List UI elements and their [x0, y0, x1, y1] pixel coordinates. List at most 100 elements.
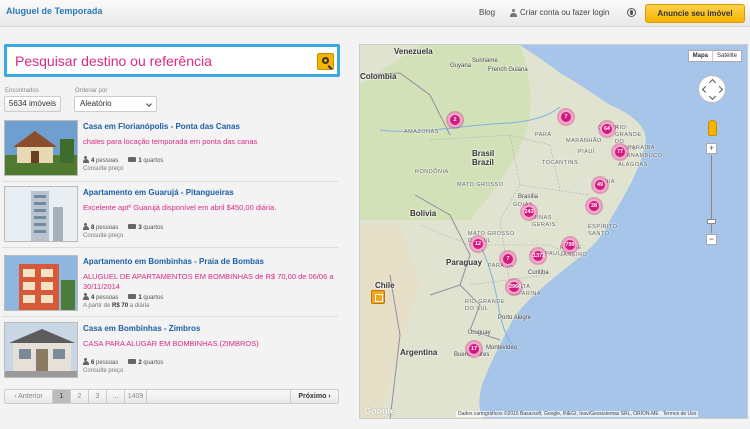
- map-cluster[interactable]: 2: [448, 113, 462, 127]
- people-icon: [83, 156, 89, 163]
- rooms-count: 2 quartos: [128, 358, 163, 366]
- map-label-paraiba: PARAÍBA: [628, 145, 655, 151]
- pan-down-icon[interactable]: [708, 92, 717, 101]
- listing-item[interactable]: Apartamento em Bombinhas - Praia de Bomb…: [2, 254, 338, 317]
- pagination: ‹ Anterior 1 2 3 ... 1409 Próximo ›: [4, 389, 339, 404]
- map-cluster[interactable]: 2960: [507, 280, 521, 294]
- map-label-espirito-santo: ESPÍRITO SANTO: [588, 224, 618, 237]
- map-cluster[interactable]: 799: [563, 238, 577, 252]
- prev-page-button[interactable]: ‹ Anterior: [5, 390, 53, 403]
- pan-up-icon[interactable]: [708, 78, 717, 87]
- listing-photo[interactable]: [4, 120, 78, 176]
- order-label: Ordenar por: [75, 88, 108, 94]
- map-type-map-button[interactable]: Mapa: [689, 51, 713, 61]
- listing-title[interactable]: Apartamento em Guarujá - Pitangueiras: [83, 188, 234, 197]
- map-cluster[interactable]: 77: [613, 145, 627, 159]
- people-count: 8 pessoas: [83, 223, 118, 231]
- found-label: Encontrados: [5, 88, 39, 94]
- listing-meta: 4 pessoas 1 quartos: [83, 156, 163, 164]
- pan-control[interactable]: [698, 75, 726, 103]
- map-land: [360, 45, 646, 418]
- people-icon: [83, 293, 89, 300]
- map-label-minas-gerais: MINAS GERAIS: [532, 215, 556, 228]
- zoom-slider-handle[interactable]: [707, 219, 716, 224]
- map-label-piaui: PIAUÍ: [578, 149, 595, 155]
- zoom-out-button[interactable]: −: [706, 234, 717, 245]
- account-link[interactable]: Criar conta ou fazer login: [510, 8, 609, 17]
- bed-icon: [128, 156, 137, 162]
- map-label-venezuela: Venezuela: [394, 47, 433, 56]
- blog-link[interactable]: Blog: [479, 8, 495, 17]
- listing-title[interactable]: Casa em Bombinhas - Zimbros: [83, 324, 200, 333]
- map-cluster[interactable]: 49: [593, 178, 607, 192]
- map-label-para: PARÁ: [535, 132, 552, 138]
- map-cluster[interactable]: 12: [471, 237, 485, 251]
- map-label-colombia: Colombia: [360, 72, 397, 81]
- next-page-button[interactable]: Próximo ›: [290, 390, 338, 403]
- search-button[interactable]: [317, 53, 334, 70]
- people-icon: [83, 358, 89, 365]
- map-type-satellite-button[interactable]: Satélite: [713, 51, 741, 61]
- listing-item[interactable]: Apartamento em Guarujá - Pitangueiras Ex…: [2, 185, 338, 248]
- listing-photo[interactable]: [4, 186, 78, 242]
- map-label-uruguay: Uruguay: [468, 330, 491, 336]
- listing-meta: 8 pessoas 3 quartos: [83, 223, 163, 231]
- map-cluster[interactable]: 17: [467, 342, 481, 356]
- rooms-count: 1 quartos: [128, 156, 163, 164]
- map-cluster[interactable]: 28: [587, 199, 601, 213]
- bed-icon: [128, 223, 137, 229]
- globe-icon[interactable]: [627, 8, 636, 17]
- search-box: [4, 44, 340, 77]
- brand-logo[interactable]: Aluguel de Temporada: [6, 6, 102, 16]
- zoom-in-button[interactable]: +: [706, 143, 717, 154]
- building-marker-icon[interactable]: [371, 290, 385, 304]
- page-button-2[interactable]: 2: [71, 390, 89, 403]
- listing-title[interactable]: Apartamento em Bombinhas - Praia de Bomb…: [83, 257, 264, 266]
- map-label-brasil: Brasil: [472, 149, 495, 158]
- map-cluster[interactable]: 1372: [531, 249, 545, 263]
- map-label-bolivia: Bolivia: [410, 209, 437, 218]
- listing-title[interactable]: Casa em Florianópolis - Ponta das Canas: [83, 122, 240, 131]
- listing-item[interactable]: Casa em Bombinhas - Zimbros CASA PARA AL…: [2, 321, 338, 384]
- map-label-maranhao: MARANHÃO: [566, 138, 602, 144]
- map-label-brazil: Brazil: [472, 158, 494, 167]
- map-label-curitiba: Curitiba: [528, 270, 549, 276]
- map-cluster[interactable]: 243: [522, 205, 536, 219]
- page-button-1[interactable]: 1: [53, 390, 71, 403]
- map-label-brasilia: Brasília: [518, 194, 539, 200]
- pan-left-icon[interactable]: [701, 85, 710, 94]
- listing-description: Excelente aptº Guarujá disponível em abr…: [83, 203, 277, 212]
- map-type-control: Mapa Satélite: [687, 50, 742, 62]
- chevron-down-icon: [146, 101, 152, 107]
- page-button-last[interactable]: 1409: [125, 390, 147, 403]
- map-label-tocantins: TOCANTINS: [542, 160, 579, 166]
- map-attribution: Dados cartográficos ©2015 Basarsoft, Goo…: [456, 411, 699, 417]
- street-view-pegman-icon[interactable]: [708, 120, 717, 136]
- map-label-argentina: Argentina: [400, 348, 438, 357]
- advertise-button[interactable]: Anuncie seu imóvel: [645, 4, 745, 23]
- rooms-count: 1 quartos: [128, 293, 163, 301]
- map-label-paraguay: Paraguay: [446, 258, 483, 267]
- search-icon: [322, 57, 329, 64]
- pan-right-icon[interactable]: [715, 85, 724, 94]
- listing-item[interactable]: Casa em Florianópolis - Ponta das Canas …: [2, 119, 338, 182]
- page-button-3[interactable]: 3: [89, 390, 107, 403]
- map-cluster[interactable]: 7: [559, 110, 573, 124]
- listing-price: Consulte preço: [83, 166, 124, 172]
- map[interactable]: Venezuela Guyana Suriname French Guiana …: [359, 44, 748, 419]
- account-link-label: Criar conta ou fazer login: [520, 8, 610, 17]
- bed-icon: [128, 293, 137, 299]
- listing-price: A partir de R$ 70 a diária: [83, 303, 150, 309]
- listing-description: chales para locação temporada em ponta d…: [83, 137, 258, 146]
- terms-link[interactable]: Termos de Uso: [663, 411, 697, 417]
- listing-photo[interactable]: [4, 255, 78, 311]
- sort-select[interactable]: Aleatório: [74, 96, 157, 112]
- people-count: 4 pessoas: [83, 156, 118, 164]
- listing-photo[interactable]: [4, 322, 78, 378]
- map-cluster[interactable]: 7: [501, 252, 515, 266]
- search-input[interactable]: [15, 51, 305, 71]
- map-label-rio-grande-do-sul: RIO GRANDE DO SUL: [465, 299, 505, 312]
- page-ellipsis: ...: [107, 390, 125, 403]
- sort-select-value: Aleatório: [80, 99, 112, 108]
- map-cluster[interactable]: 64: [600, 122, 614, 136]
